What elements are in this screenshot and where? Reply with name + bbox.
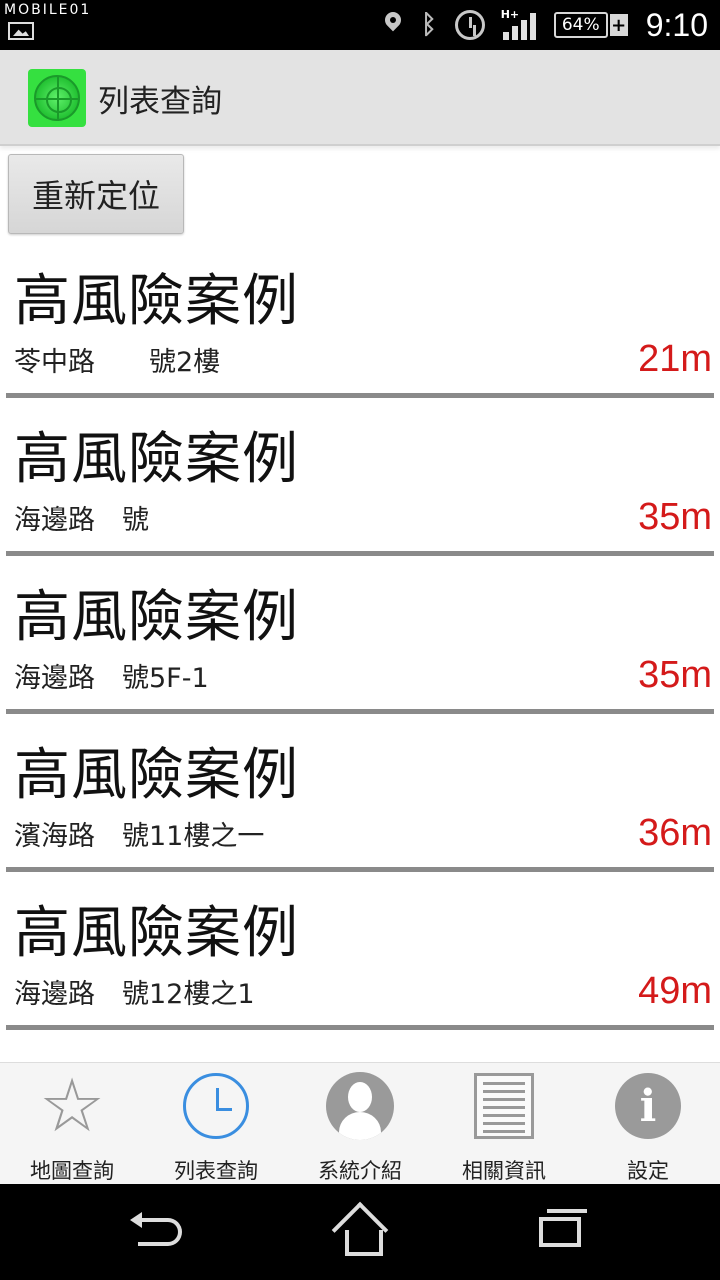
document-icon <box>467 1069 541 1143</box>
person-icon <box>323 1069 397 1143</box>
item-distance: 35m <box>638 496 712 538</box>
bottom-tab-bar: ☆ 地圖查詢 列表查詢 系統介紹 相關資訊 i 設定 <box>0 1062 720 1184</box>
relocate-button[interactable]: 重新定位 <box>8 154 184 234</box>
tab-system-intro[interactable]: 系統介紹 <box>288 1063 432 1185</box>
back-icon <box>130 1212 182 1246</box>
item-address: 海邊路 號12樓之1 <box>14 979 255 1010</box>
tab-label: 設定 <box>627 1159 669 1183</box>
bluetooth-icon: ᛒ <box>421 10 437 40</box>
recents-button[interactable] <box>530 1202 590 1262</box>
back-button[interactable] <box>130 1202 190 1262</box>
item-title: 高風險案例 <box>14 743 299 808</box>
star-icon: ☆ <box>38 1063 106 1149</box>
clock-icon <box>179 1069 253 1143</box>
list-item[interactable]: 高風險案例 海邊路 號12樓之1 49m <box>6 872 714 1030</box>
tab-label: 系統介紹 <box>318 1159 402 1183</box>
home-icon <box>337 1212 383 1256</box>
page-title: 列表查詢 <box>98 84 222 120</box>
item-title: 高風險案例 <box>14 427 299 492</box>
tab-label: 列表查詢 <box>174 1159 258 1183</box>
item-title: 高風險案例 <box>14 901 299 966</box>
info-icon: i <box>611 1069 685 1143</box>
image-notification-icon <box>8 22 34 40</box>
tab-settings[interactable]: i 設定 <box>576 1063 720 1185</box>
battery-plus-icon: + <box>609 14 628 36</box>
battery-level: 64% <box>553 12 608 38</box>
status-time: 9:10 <box>645 6 708 43</box>
system-nav-bar <box>0 1184 720 1280</box>
item-title: 高風險案例 <box>14 1046 299 1062</box>
item-distance: 21m <box>638 338 712 380</box>
item-title: 高風險案例 <box>14 269 299 334</box>
signal-icon: H+ <box>500 8 536 40</box>
tab-list-query[interactable]: 列表查詢 <box>144 1063 288 1185</box>
tab-label: 地圖查詢 <box>30 1159 114 1183</box>
recents-icon <box>539 1209 587 1247</box>
item-distance: 35m <box>638 654 712 696</box>
location-icon <box>383 11 403 39</box>
item-address: 苓中路 號2樓 <box>14 347 221 378</box>
list-item[interactable]: 高風險案例 海邊路 號 35m <box>6 398 714 556</box>
tab-related-info[interactable]: 相關資訊 <box>432 1063 576 1185</box>
app-bar: 列表查詢 <box>0 50 720 146</box>
item-distance: 36m <box>638 812 712 854</box>
battery-icon: 64% + <box>553 12 628 38</box>
list-item[interactable]: 高風險案例 苓中路 號2樓 21m <box>6 240 714 398</box>
watermark-label: MOBILE01 <box>4 2 92 18</box>
network-type: H+ <box>500 8 520 21</box>
tab-label: 相關資訊 <box>462 1159 546 1183</box>
radar-app-icon[interactable] <box>28 69 86 127</box>
list-item[interactable]: 高風險案例 濱海路 號11樓之一 36m <box>6 714 714 872</box>
case-list[interactable]: 高風險案例 苓中路 號2樓 21m 高風險案例 海邊路 號 35m 高風險案例 … <box>0 240 720 1062</box>
status-bar: MOBILE01 ᛒ H+ 64% + 9:10 <box>0 0 720 50</box>
alarm-icon <box>454 10 485 40</box>
item-address: 濱海路 號11樓之一 <box>14 821 265 852</box>
list-item[interactable]: 高風險案例 海邊路 號5F-1 35m <box>6 556 714 714</box>
item-title: 高風險案例 <box>14 585 299 650</box>
item-address: 海邊路 號5F-1 <box>14 663 209 694</box>
tab-map-query[interactable]: ☆ 地圖查詢 <box>0 1063 144 1185</box>
list-item[interactable]: 高風險案例 <box>6 1030 714 1062</box>
home-button[interactable] <box>330 1202 390 1262</box>
item-distance: 49m <box>638 970 712 1012</box>
item-address: 海邊路 號 <box>14 505 149 536</box>
